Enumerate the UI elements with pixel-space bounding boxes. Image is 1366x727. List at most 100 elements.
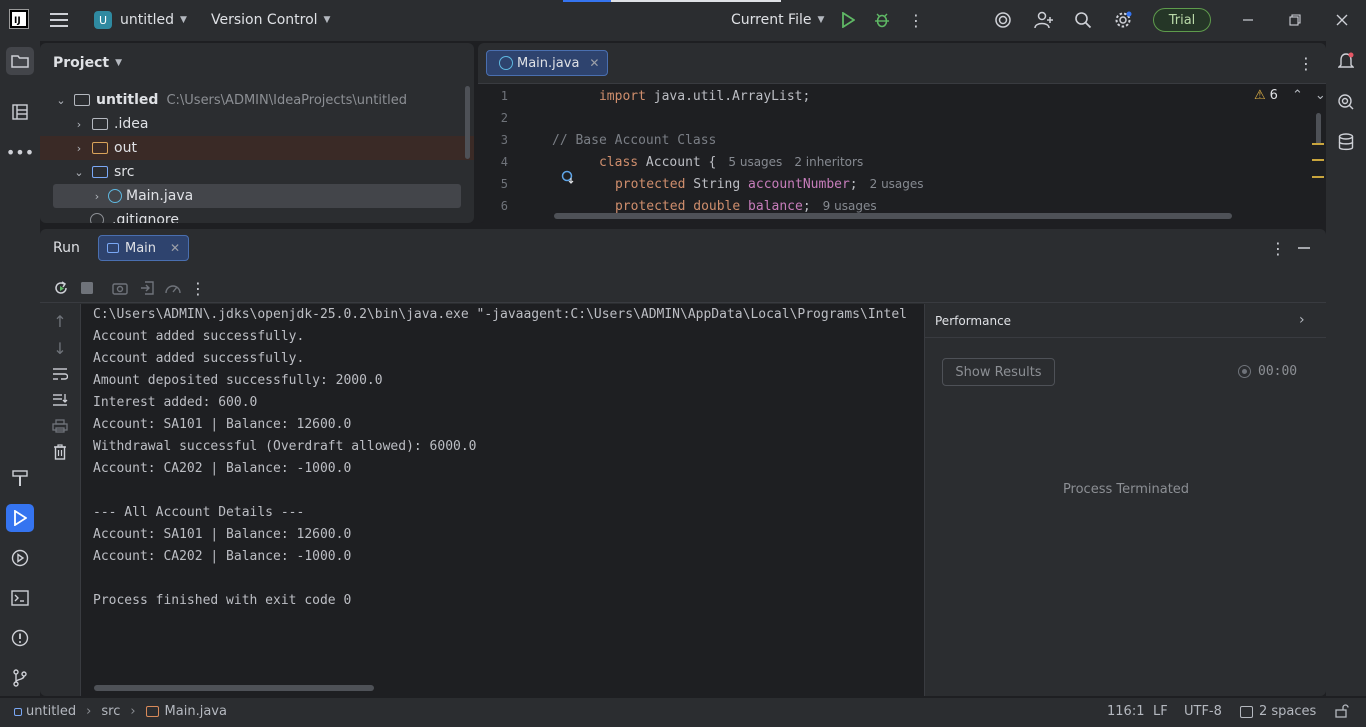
tree-item-label: Main.java [126,188,194,204]
error-stripe-marker[interactable] [1312,159,1324,161]
database-icon[interactable] [1332,128,1360,156]
tree-item-gitignore[interactable]: .gitignore [40,208,474,223]
error-stripe-marker[interactable] [1312,176,1324,178]
error-stripe-marker[interactable] [1312,143,1324,145]
structure-icon[interactable] [6,98,34,126]
run-toolbar-more-icon[interactable]: ⋮ [185,275,211,301]
restore-window-icon[interactable] [1282,7,1308,33]
services-icon[interactable] [6,544,34,572]
project-selector[interactable]: U untitled ▼ [94,11,187,29]
project-tool-folder-icon[interactable] [6,47,34,75]
run-icon[interactable] [835,7,861,33]
scroll-up-arrow-icon[interactable]: ↑ [47,308,73,334]
rerun-icon[interactable] [48,275,74,301]
chevron-right-icon[interactable]: › [90,190,104,203]
tree-item-out[interactable]: › out [40,136,474,160]
ai-chat-icon[interactable] [1332,88,1360,116]
camera-icon[interactable] [107,275,133,301]
editor-tab-label: Main.java [517,55,580,71]
chevron-down-icon: ▼ [180,15,187,25]
run-config-label: Current File [731,12,812,28]
code-line-1[interactable]: 1 import java.util.ArrayList; [478,85,1298,107]
editor-more-icon[interactable]: ⋮ [1293,50,1319,76]
usages-hint[interactable]: 2 usages [870,177,924,191]
main-menu-icon[interactable] [46,7,72,33]
editor-tab-main-java[interactable]: Main.java ✕ [486,50,609,76]
ignore-file-icon [90,213,104,223]
indent-settings[interactable]: 2 spaces [1240,704,1316,719]
scroll-down-arrow-icon[interactable]: ↓ [47,335,73,361]
trial-badge[interactable]: Trial [1153,8,1211,32]
chevron-down-icon[interactable]: ⌄ [54,94,68,107]
more-actions-icon[interactable]: ⋮ [903,7,929,33]
chevron-down-icon[interactable]: ⌄ [1315,88,1326,103]
add-user-icon[interactable] [1031,7,1057,33]
trash-icon[interactable] [47,439,73,465]
version-control-menu[interactable]: Version Control ▼ [211,12,330,28]
build-hammer-icon[interactable] [6,464,34,492]
project-scrollbar[interactable] [465,86,470,159]
close-tab-icon[interactable]: ✕ [589,56,599,70]
breadcrumb-src[interactable]: src [101,704,120,719]
breadcrumb-file[interactable]: Main.java [165,704,227,719]
read-only-lock-icon[interactable] [1335,704,1349,718]
more-tools-icon[interactable]: ••• [6,138,34,166]
project-panel-title[interactable]: Project ▼ [53,55,122,71]
debug-icon[interactable] [869,7,895,33]
close-window-icon[interactable] [1329,7,1355,33]
usages-hint[interactable]: 9 usages [823,199,877,213]
intellij-logo[interactable]: IJ [10,10,28,28]
stop-icon[interactable] [74,275,100,301]
chevron-down-icon[interactable]: ⌄ [72,166,86,179]
breadcrumb-project[interactable]: untitled [26,704,76,719]
application-icon [107,243,119,253]
show-results-button[interactable]: Show Results [942,358,1055,386]
line-number: 6 [500,199,508,213]
chevron-right-icon[interactable]: › [1299,312,1305,328]
close-tab-icon[interactable]: ✕ [170,241,180,255]
file-encoding[interactable]: UTF-8 [1184,704,1222,719]
notifications-bell-icon[interactable] [1332,47,1360,75]
tree-item-untitled[interactable]: ⌄ untitled C:\Users\ADMIN\IdeaProjects\u… [40,88,474,112]
minimize-window-icon[interactable] [1235,7,1261,33]
settings-gear-icon[interactable] [1110,7,1136,33]
profiler-gauge-icon[interactable] [160,275,186,301]
project-badge: U [94,11,112,29]
ai-assistant-icon[interactable] [990,7,1016,33]
chevron-right-icon[interactable]: › [72,118,86,131]
run-config-selector[interactable]: Current File ▼ [731,12,824,28]
console-line: Process finished with exit code 0 [93,593,352,608]
problems-icon[interactable] [6,624,34,652]
search-icon[interactable] [1070,7,1096,33]
tree-item-idea[interactable]: › .idea [40,112,474,136]
line-separator[interactable]: LF [1153,704,1168,719]
login-arrow-icon[interactable] [134,275,160,301]
tree-item-src[interactable]: ⌄ src [40,160,474,184]
module-icon [14,707,22,716]
console-output[interactable]: C:\Users\ADMIN\.jdks\openjdk-25.0.2\bin\… [80,304,924,696]
run-tool-icon[interactable] [6,504,34,532]
tree-item-label: untitled [96,92,159,108]
chevron-right-icon[interactable]: › [72,142,86,155]
keyword: protected [614,198,686,214]
terminal-icon[interactable] [6,584,34,612]
scroll-to-end-icon[interactable] [47,387,73,413]
git-branch-icon[interactable] [6,664,34,692]
project-panel: Project ▼ ⌄ untitled C:\Users\ADMIN\Idea… [40,43,474,223]
performance-title: Performance [935,314,1012,328]
performance-timer: 00:00 [1238,364,1297,379]
caret-position[interactable]: 116:1 [1107,704,1144,719]
run-tab-main[interactable]: Main ✕ [98,235,190,261]
editor-vertical-scrollbar[interactable] [1316,113,1321,145]
code-line-2[interactable]: 2 [478,107,1298,129]
print-icon[interactable] [47,413,73,439]
tree-item-label: .gitignore [112,212,179,223]
tree-item-main-java[interactable]: › Main.java [53,184,461,208]
console-horizontal-scrollbar[interactable] [94,685,374,691]
status-bar: untitled › src › Main.java 116:1 LF UTF-… [0,698,1366,727]
folder-icon [92,118,108,130]
run-panel-more-icon[interactable]: ⋮ [1265,235,1291,261]
soft-wrap-icon[interactable] [47,361,73,387]
hide-panel-icon[interactable] [1291,235,1317,261]
editor-horizontal-scrollbar[interactable] [554,213,1232,219]
